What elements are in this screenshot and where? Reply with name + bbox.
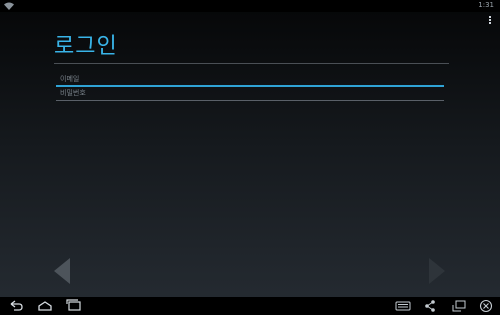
password-underline <box>56 100 444 101</box>
overflow-menu-icon[interactable] <box>487 15 493 27</box>
password-field[interactable] <box>56 87 444 101</box>
chevron-left-icon[interactable] <box>52 256 72 286</box>
status-bar: 1:31 <box>0 0 500 12</box>
email-input[interactable] <box>56 73 440 85</box>
screen-rotate-icon[interactable] <box>451 299 467 313</box>
chevron-right-icon[interactable] <box>427 256 447 286</box>
system-nav-bar <box>0 297 500 315</box>
keyboard-icon[interactable] <box>395 299 411 313</box>
wifi-icon <box>4 2 14 10</box>
back-icon[interactable] <box>8 299 24 313</box>
share-icon[interactable] <box>422 299 438 313</box>
title-divider <box>54 63 449 64</box>
login-screen: 1:31 로그인 <box>0 0 500 315</box>
home-icon[interactable] <box>37 299 53 313</box>
close-icon[interactable] <box>478 299 494 313</box>
page-title: 로그인 <box>54 34 118 59</box>
status-time: 1:31 <box>478 1 494 9</box>
recent-apps-icon[interactable] <box>66 299 82 313</box>
password-input[interactable] <box>56 87 440 99</box>
email-field[interactable] <box>56 73 444 87</box>
